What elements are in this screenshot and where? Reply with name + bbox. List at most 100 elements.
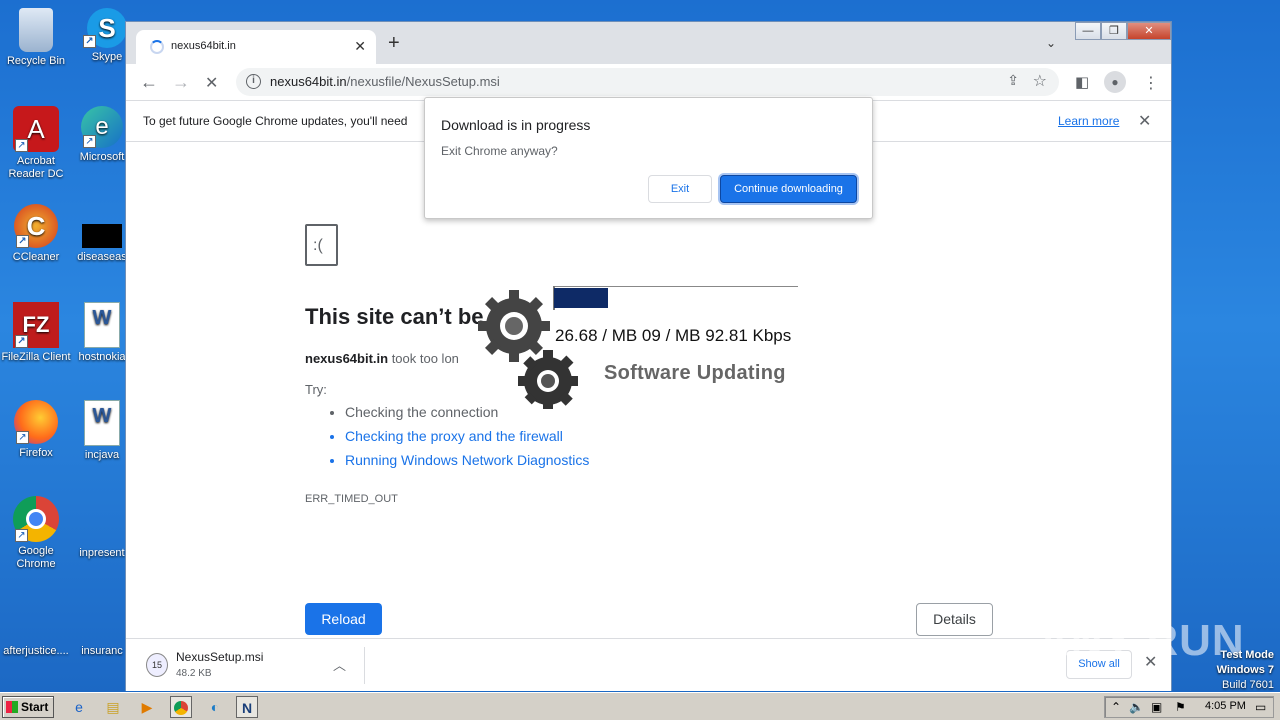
tab-strip: nexus64bit.in ✕ + ⌄ — ❐ ✕ (126, 22, 1171, 64)
progress-bar-fill (554, 288, 608, 308)
tab-close-icon[interactable]: ✕ (354, 38, 366, 55)
desktop-icon-firefox[interactable]: ↗ Firefox (0, 400, 74, 460)
blank-file-icon (78, 496, 126, 544)
msi-file-icon: 15 (146, 653, 168, 677)
tray-expand-icon[interactable]: ⌃ (1111, 700, 1121, 714)
desktop-icon-label: diseaseas (77, 251, 127, 263)
try-label: Try: (305, 382, 327, 397)
progress-track (553, 286, 798, 287)
window-controls: — ❐ ✕ (1075, 22, 1171, 40)
clock[interactable]: 4:05 PM (1205, 700, 1246, 712)
download-file-name: NexusSetup.msi (176, 650, 264, 664)
desktop-icon-label: Google Chrome (16, 545, 56, 570)
desktop-icon-edge[interactable]: e ↗ Microsoft (72, 106, 132, 164)
sad-page-icon: :( (305, 224, 338, 266)
site-info-icon[interactable]: i (246, 74, 261, 89)
exit-button[interactable]: Exit (648, 175, 712, 203)
desktop-icon-filezilla[interactable]: FZ ↗ FileZilla Client (0, 302, 74, 364)
desktop-icon-diseaseas[interactable]: diseaseas (72, 204, 132, 264)
stop-loading-icon[interactable]: ✕ (205, 73, 218, 93)
media-player-icon[interactable]: ▶ (136, 696, 158, 718)
url-text: nexus64bit.in/nexusfile/NexusSetup.msi (270, 74, 500, 89)
desktop-icon-insurance[interactable]: insuranc (72, 594, 132, 658)
browser-toolbar: ← → ✕ i nexus64bit.in/nexusfile/NexusSet… (126, 64, 1171, 100)
minimize-button[interactable]: — (1075, 22, 1101, 40)
desktop-icon-label: afterjustice.... (3, 645, 69, 657)
software-updating-label: Software Updating (604, 362, 786, 384)
forward-arrow-icon[interactable]: → (172, 72, 190, 93)
skype-icon: S ↗ (83, 8, 127, 48)
start-button[interactable]: Start (2, 696, 54, 718)
nexus-app-icon[interactable]: N (236, 696, 258, 718)
ccleaner-icon: C ↗ (14, 204, 58, 248)
chevron-up-icon[interactable]: ︿ (333, 655, 346, 674)
desktop-icon-acrobat[interactable]: A ↗ Acrobat Reader DC (0, 106, 74, 181)
desktop-icon-inpresent[interactable]: inpresent (72, 496, 132, 560)
loading-spinner-icon (150, 40, 164, 54)
start-label: Start (21, 700, 49, 714)
exit-confirm-dialog: Download is in progress Exit Chrome anyw… (424, 97, 873, 219)
desktop-icon-label: incjava (84, 449, 120, 461)
suggestion-link-diagnostics[interactable]: Running Windows Network Diagnostics (345, 452, 589, 476)
desktop-icon-chrome[interactable]: ↗ Google Chrome (0, 496, 74, 571)
download-file-size: 48.2 KB (176, 668, 212, 679)
edge-icon: e ↗ (81, 106, 123, 148)
blank-file-icon (78, 594, 126, 642)
desktop-icon-incjava[interactable]: W incjava (72, 400, 132, 462)
shelf-divider (364, 647, 365, 684)
edge-taskbar-icon[interactable]: ◐ (204, 696, 226, 718)
desktop-icon-afterjustice[interactable]: afterjustice.... (0, 594, 74, 658)
recycle-bin-icon (19, 8, 53, 52)
close-window-button[interactable]: ✕ (1127, 22, 1171, 40)
side-panel-icon[interactable]: ◧ (1075, 73, 1089, 91)
reload-button[interactable]: Reload (305, 603, 382, 635)
error-title: This site can’t be (305, 304, 484, 329)
desktop-icon-label: CCleaner (12, 251, 60, 263)
tab-active[interactable]: nexus64bit.in ✕ (136, 30, 376, 64)
continue-downloading-button[interactable]: Continue downloading (720, 175, 857, 203)
tab-title: nexus64bit.in (171, 40, 236, 52)
menu-kebab-icon[interactable]: ⋮ (1143, 73, 1159, 93)
show-desktop-icon[interactable]: ▭ (1255, 700, 1266, 714)
learn-more-link[interactable]: Learn more (1058, 114, 1119, 128)
os-label: Windows 7 (1216, 664, 1274, 676)
infobar-close-icon[interactable]: ✕ (1138, 111, 1151, 131)
download-speed-text: 26.68 / MB 09 / MB 92.81 Kbps (555, 326, 792, 345)
infobar-message: To get future Google Chrome updates, you… (143, 114, 408, 128)
back-arrow-icon[interactable]: ← (140, 72, 158, 93)
new-tab-button[interactable]: + (388, 32, 400, 55)
desktop-icon-hostnokia[interactable]: W hostnokia (72, 302, 132, 364)
bookmark-star-icon[interactable]: ☆ (1033, 71, 1047, 91)
profile-avatar-icon[interactable]: ● (1104, 71, 1126, 93)
network-icon[interactable]: ▣ (1151, 700, 1162, 714)
tab-search-chevron-icon[interactable]: ⌄ (1046, 36, 1056, 50)
desktop-icon-ccleaner[interactable]: C ↗ CCleaner (0, 204, 74, 264)
ie-icon[interactable]: e (68, 696, 90, 718)
details-button[interactable]: Details (916, 603, 993, 636)
volume-icon[interactable]: 🔈 (1129, 700, 1144, 714)
word-document-icon: W (84, 400, 120, 446)
desktop-icon-label: Microsoft (79, 151, 125, 163)
address-bar[interactable]: i nexus64bit.in/nexusfile/NexusSetup.msi… (236, 68, 1059, 96)
anyrun-watermark: ANY RUN (1038, 616, 1245, 665)
taskbar: Start e ▤ ▶ ◐ N ⌃ 🔈 ▣ ⚑ 4:05 PM ▭ (0, 692, 1280, 720)
desktop-icon-label: hostnokia (78, 351, 126, 363)
test-mode-notice: Test Mode Windows 7 Build 7601 (1217, 648, 1274, 693)
download-shelf: 15 NexusSetup.msi 48.2 KB ︿ Show all ✕ (126, 638, 1171, 691)
firefox-icon: ↗ (14, 400, 58, 444)
taskbar-chrome-icon[interactable] (170, 696, 192, 718)
word-document-icon: W (84, 302, 120, 348)
suggestion-link-proxy[interactable]: Checking the proxy and the firewall (345, 428, 589, 452)
acrobat-icon: A ↗ (13, 106, 59, 152)
action-center-flag-icon[interactable]: ⚑ (1175, 700, 1186, 714)
desktop-icon-label: insuranc (81, 645, 123, 657)
chrome-icon: ↗ (13, 496, 59, 542)
share-icon[interactable]: ⇪ (1007, 72, 1019, 89)
dialog-title: Download is in progress (441, 117, 591, 133)
build-label: Build 7601 (1222, 679, 1274, 691)
dialog-subtitle: Exit Chrome anyway? (441, 144, 558, 158)
desktop-icon-recycle-bin[interactable]: Recycle Bin (0, 8, 74, 68)
desktop-icon-label: FileZilla Client (1, 351, 71, 363)
restore-button[interactable]: ❐ (1101, 22, 1127, 40)
explorer-folder-icon[interactable]: ▤ (102, 696, 124, 718)
